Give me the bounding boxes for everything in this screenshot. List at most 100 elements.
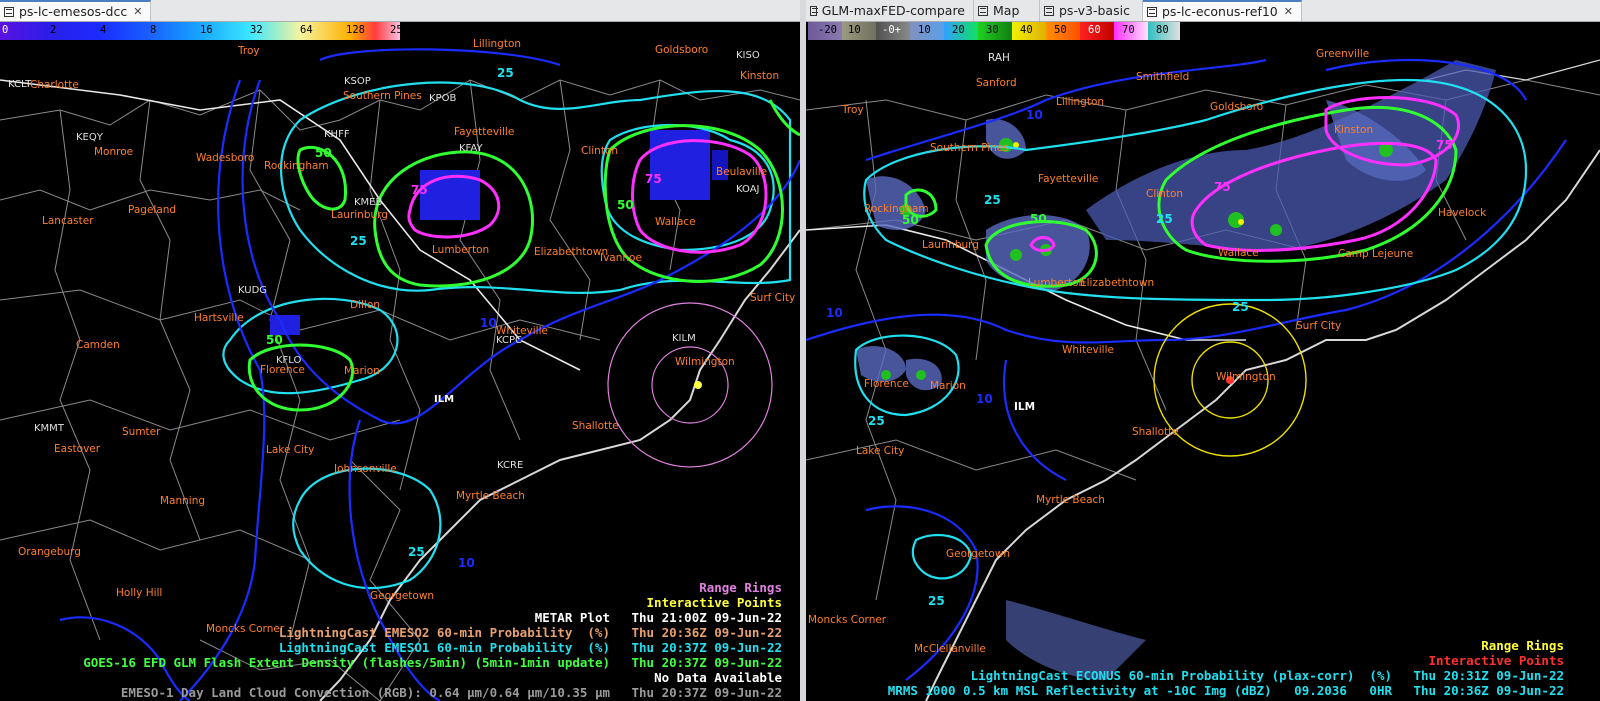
station-id: KISO (736, 50, 760, 61)
station-id: KEQY (76, 132, 103, 143)
town-label: Johnsonville (334, 463, 397, 475)
town-label: Troy (238, 45, 260, 57)
colorbar-tick: 0 (2, 24, 9, 36)
colorbar-tick: -0+ (882, 24, 901, 36)
station-id: KHFF (324, 129, 350, 140)
town-label: Myrtle Beach (1036, 494, 1105, 506)
station-id: KMEB (354, 197, 383, 208)
colorbar-tick: 10 (848, 24, 861, 36)
town-label: Dillon (350, 299, 380, 311)
legend-time: Thu 20:31Z 09-Jun-22 (1413, 668, 1564, 683)
town-label: Kinston (1334, 124, 1374, 136)
legend-rgb[interactable]: EMESO-1 Day Land Cloud Convection (RGB):… (121, 685, 610, 700)
town-label: Havelock (1438, 207, 1487, 219)
display-icon (810, 5, 818, 16)
legend-no-data: No Data Available (654, 670, 782, 685)
legend-interactive-points[interactable]: Interactive Points (647, 595, 782, 610)
town-label: McClellanville (914, 643, 986, 655)
colorbar-tick: 30 (986, 24, 999, 36)
legend-time: Thu 20:37Z 09-Jun-22 (631, 685, 782, 700)
town-label: Rockingham (864, 203, 929, 215)
town-label: Lake City (856, 445, 905, 457)
town-label: Wilmington (1216, 371, 1276, 383)
town-label: Troy (842, 104, 864, 116)
station-id: KCLT (8, 79, 32, 90)
town-label: Shallotte (1132, 426, 1179, 438)
colorbar-tick: 128 (346, 24, 365, 36)
town-label: Elizabethtown (534, 246, 609, 258)
contour-label: 25 (350, 234, 367, 248)
right-map-canvas[interactable] (806, 40, 1600, 701)
town-label: Whiteville (1062, 344, 1114, 356)
left-map-pane[interactable]: ps-lc-emesos-dcc ✕ 0 2 4 8 16 32 64 128 2… (0, 0, 800, 701)
town-label: Holly Hill (116, 587, 163, 599)
legend-econus-prob[interactable]: LightningCast ECONUS 60-min Probability … (971, 668, 1392, 683)
legend-interactive-points[interactable]: Interactive Points (1429, 653, 1564, 668)
station-id: KUDG (238, 285, 268, 296)
tab-ps-v3-basic[interactable]: ps-v3-basic (1040, 0, 1143, 21)
colorbar-tick: 2 (50, 24, 57, 36)
contour-label: 75 (645, 172, 662, 186)
legend-emeso1[interactable]: LightningCast EMESO1 60-min Probability … (279, 640, 610, 655)
town-label: Surf City (750, 292, 796, 304)
town-label: Fayetteville (1038, 173, 1099, 185)
tab-label: GLM-maxFED-compare (821, 3, 965, 18)
town-label: Myrtle Beach (456, 490, 525, 502)
colorbar-tick: 16 (200, 24, 213, 36)
contour-label: 50 (902, 213, 919, 227)
town-label: Monroe (94, 146, 134, 158)
contour-label: 25 (928, 594, 945, 608)
town-label: Southern Pines (930, 142, 1009, 154)
contour-label: 50 (315, 146, 332, 160)
town-label: Eastover (54, 443, 101, 455)
close-icon[interactable]: ✕ (1284, 5, 1293, 18)
contour-label: 50 (266, 333, 283, 347)
station-id: KFAY (459, 143, 483, 154)
town-label: Ivanhoe (600, 252, 642, 264)
station-id: KCRE (497, 460, 524, 471)
colorbar-tick: 40 (1020, 24, 1033, 36)
contour-label: 10 (458, 556, 475, 570)
legend-range-rings[interactable]: Range Rings (699, 580, 782, 595)
legend-mrms[interactable]: MRMS 1000 0.5 km MSL Reflectivity at -10… (888, 683, 1392, 698)
legend-time: Thu 20:36Z 09-Jun-22 (631, 625, 782, 640)
town-label: Hartsville (194, 312, 244, 324)
town-label: Sanford (976, 77, 1017, 89)
tab-glm-maxfed-compare[interactable]: GLM-maxFED-compare (806, 0, 974, 21)
right-colorbar: -20 10 -0+ 10 20 30 40 50 60 70 80 (808, 22, 1180, 40)
legend-range-rings[interactable]: Range Rings (1481, 638, 1564, 653)
legend-emeso2[interactable]: LightningCast EMESO2 60-min Probability … (279, 625, 610, 640)
display-icon (1147, 6, 1157, 17)
town-label: Georgetown (946, 548, 1011, 560)
station-id: KMMT (34, 423, 64, 434)
right-map-pane[interactable]: GLM-maxFED-compare Map ps-v3-basic ps-lc… (806, 0, 1600, 701)
legend-glm[interactable]: GOES-16 EFD GLM Flash Extent Density (fl… (83, 655, 610, 670)
station-id: KSOP (344, 76, 371, 87)
legend-metar-plot[interactable]: METAR Plot (535, 610, 610, 625)
contour-label: 75 (1436, 138, 1453, 152)
town-label: Goldsboro (655, 44, 709, 56)
contour-label: 25 (1232, 300, 1249, 314)
town-label: Lancaster (42, 215, 94, 227)
colorbar-tick: 60 (1088, 24, 1101, 36)
town-label: Smithfield (1136, 71, 1190, 83)
town-label: RAH (988, 52, 1010, 64)
colorbar-tick: -20 (818, 24, 837, 36)
town-label: Elizabethtown (1080, 277, 1155, 289)
town-label: Clinton (1146, 188, 1184, 200)
station-id: ILM (434, 394, 455, 405)
interactive-point[interactable] (694, 381, 702, 389)
town-label: Wilmington (675, 356, 735, 368)
contour-label: 10 (826, 306, 843, 320)
contour-label: 25 (497, 66, 514, 80)
legend-time: Thu 21:00Z 09-Jun-22 (631, 610, 782, 625)
town-label: Lillington (1056, 96, 1105, 108)
town-label: Laurinburg (922, 239, 979, 251)
close-icon[interactable]: ✕ (133, 5, 142, 18)
tab-ps-lc-econus-ref10[interactable]: ps-lc-econus-ref10 ✕ (1143, 0, 1302, 21)
tab-ps-lc-emesos-dcc[interactable]: ps-lc-emesos-dcc ✕ (0, 0, 152, 21)
tab-label: ps-lc-econus-ref10 (1162, 4, 1278, 19)
colorbar-tick: 70 (1122, 24, 1135, 36)
town-label: Orangeburg (18, 546, 81, 558)
tab-map[interactable]: Map (974, 0, 1040, 21)
